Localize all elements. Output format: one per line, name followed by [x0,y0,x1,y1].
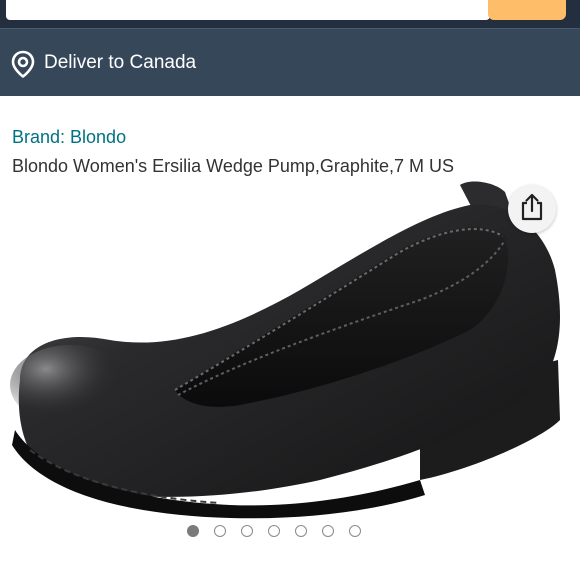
product-image[interactable] [0,175,580,520]
carousel-dot[interactable] [214,525,226,537]
carousel-dot[interactable] [322,525,334,537]
carousel-dot[interactable] [187,525,199,537]
deliver-to-bar[interactable]: Deliver to Canada [0,28,580,96]
location-pin-icon [10,50,36,78]
carousel-dot[interactable] [295,525,307,537]
carousel-dot[interactable] [268,525,280,537]
carousel-dot[interactable] [241,525,253,537]
deliver-to-label: Deliver to Canada [44,52,197,73]
carousel-dot[interactable] [349,525,361,537]
search-input[interactable] [6,0,490,20]
image-carousel-dots [187,525,361,541]
brand-link[interactable]: Brand: Blondo [12,125,126,149]
top-search-bar [0,0,580,28]
search-button[interactable] [488,0,566,20]
share-button[interactable] [508,185,556,233]
share-icon [518,192,546,227]
